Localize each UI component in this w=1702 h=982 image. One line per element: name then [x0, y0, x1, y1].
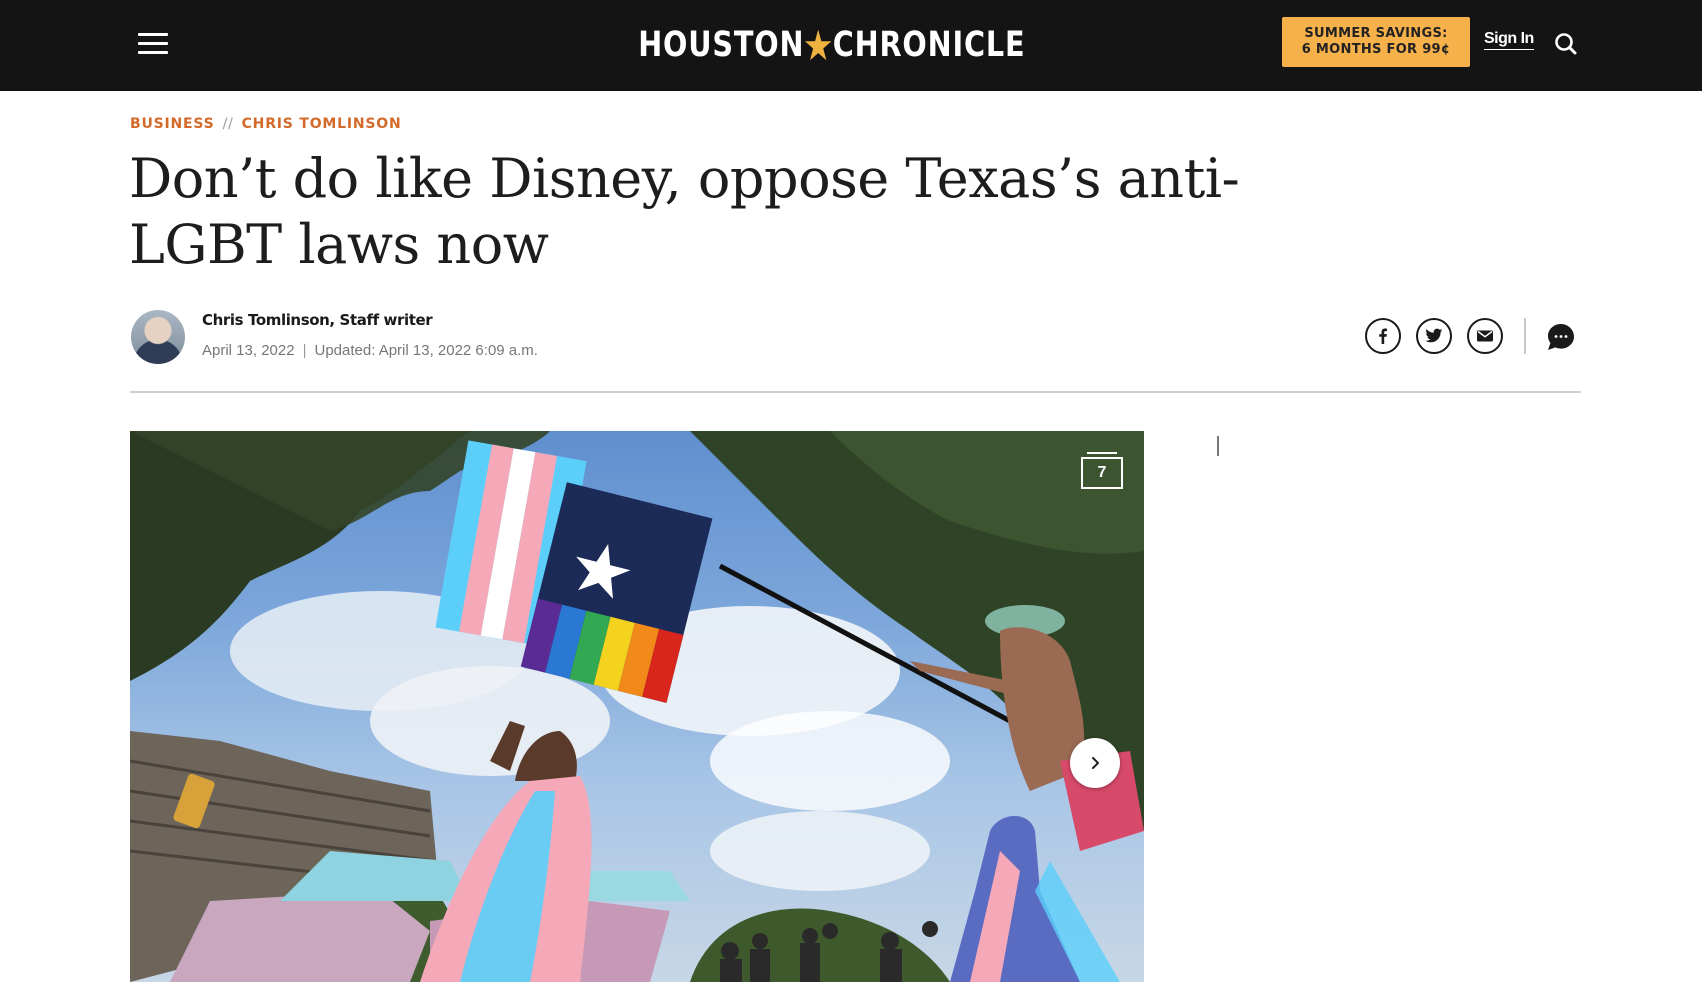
twitter-share-button[interactable] [1416, 318, 1452, 354]
author-avatar[interactable] [131, 310, 185, 364]
author-byline[interactable]: Chris Tomlinson, Staff writer [202, 311, 433, 329]
section-link[interactable]: BUSINESS [130, 116, 215, 132]
subscribe-promo-button[interactable]: SUMMER SAVINGS: 6 MONTHS FOR 99¢ [1282, 17, 1470, 67]
promo-line-1: SUMMER SAVINGS: [1304, 26, 1448, 41]
sidebar-cursor [1217, 436, 1219, 456]
logo-text-left: HOUSTON [638, 25, 805, 65]
gallery-next-button[interactable] [1070, 738, 1120, 788]
share-divider [1524, 318, 1526, 354]
date-separator: | [302, 342, 307, 359]
chevron-right-icon [1092, 757, 1099, 769]
menu-icon[interactable] [138, 33, 168, 55]
facebook-share-button[interactable] [1365, 318, 1401, 354]
site-logo[interactable]: HOUSTON ★ CHRONICLE [638, 20, 1024, 70]
logo-text-right: CHRONICLE [832, 25, 1026, 65]
header-divider [130, 391, 1581, 393]
photo-scene [130, 431, 1144, 982]
gallery-count-badge[interactable]: 7 [1081, 452, 1123, 489]
twitter-icon [1425, 328, 1443, 343]
article-dateline: April 13, 2022 | Updated: April 13, 2022 6… [202, 342, 538, 359]
star-icon: ★ [802, 20, 835, 70]
updated-date: Updated: April 13, 2022 6:09 a.m. [314, 342, 538, 359]
email-icon [1477, 330, 1493, 342]
promo-line-2: 6 MONTHS FOR 99¢ [1301, 42, 1451, 57]
facebook-icon [1379, 328, 1387, 344]
published-date: April 13, 2022 [202, 342, 295, 359]
kicker-separator: // [222, 116, 234, 132]
comment-icon[interactable] [1546, 322, 1576, 352]
email-share-button[interactable] [1467, 318, 1503, 354]
article-kicker: BUSINESS // CHRIS TOMLINSON [130, 116, 401, 132]
lead-photo[interactable]: 7 [130, 431, 1144, 982]
sign-in-link[interactable]: Sign In [1484, 30, 1534, 50]
site-header: HOUSTON ★ CHRONICLE SUMMER SAVINGS: 6 MO… [0, 0, 1702, 91]
gallery-count: 7 [1097, 464, 1107, 481]
column-link[interactable]: CHRIS TOMLINSON [242, 116, 402, 132]
article-headline: Don’t do like Disney, oppose Texas’s ant… [129, 147, 1240, 276]
search-icon[interactable] [1553, 31, 1579, 57]
